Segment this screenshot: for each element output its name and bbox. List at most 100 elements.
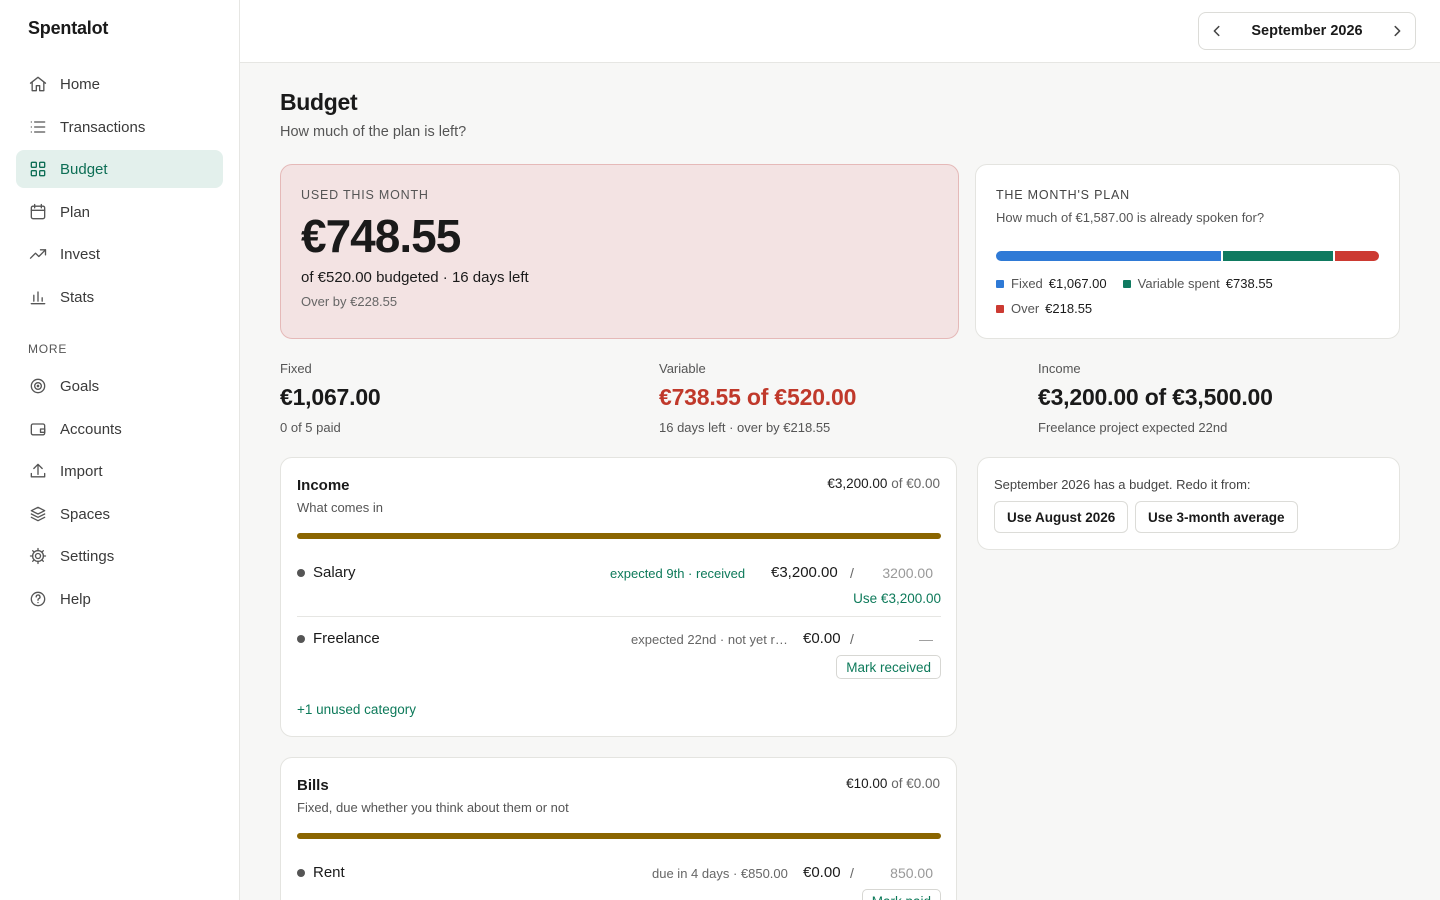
category-name: Rent: [313, 864, 345, 881]
topbar: September 2026: [240, 0, 1440, 63]
category-slash: /: [850, 865, 854, 881]
sidebar-item-label: Help: [60, 590, 91, 608]
category-amount: €3,200.00: [771, 564, 838, 581]
app-logo: Spentalot: [28, 18, 109, 38]
legend-over-value: €218.55: [1045, 301, 1093, 316]
stat-label: Variable: [659, 361, 706, 376]
over-swatch: [996, 304, 1004, 313]
stat-value: €1,067.00: [280, 384, 381, 410]
category-name: Freelance: [313, 630, 380, 647]
sidebar-item-label: Settings: [60, 547, 115, 565]
mark-paid-button[interactable]: Mark paid: [861, 889, 941, 900]
page-subtitle: How much of the plan is left?: [280, 124, 467, 140]
category-row-freelance[interactable]: Freelance expected 22nd · not yet receiv…: [297, 628, 941, 684]
legend-fixed-label: Fixed: [1011, 276, 1043, 291]
sidebar-item-goals[interactable]: Goals: [16, 367, 223, 405]
redo-text: September 2026 has a budget. Redo it fro…: [994, 477, 1251, 492]
sidebar-item-label: Spaces: [60, 505, 111, 523]
stat-fixed: Fixed €1,067.00 0 of 5 paid: [280, 361, 381, 435]
plan-question: How much of €1,587.00 is already spoken …: [996, 210, 1265, 225]
page-title: Budget: [280, 89, 358, 115]
group-total: €3,200.00 of €0.00: [827, 476, 940, 491]
unused-categories-link[interactable]: +1 unused category: [297, 702, 416, 717]
sidebar-item-plan[interactable]: Plan: [16, 193, 223, 231]
use-actual-link[interactable]: Use €3,200.00: [853, 591, 941, 606]
sidebar-item-spaces[interactable]: Spaces: [16, 495, 223, 533]
sidebar-item-invest[interactable]: Invest: [16, 235, 223, 273]
redo-budget-card: September 2026 has a budget. Redo it fro…: [977, 457, 1400, 550]
prev-month-button[interactable]: [1199, 13, 1235, 49]
chevron-right-icon: [1394, 25, 1401, 37]
group-progress-bar: [297, 833, 941, 839]
use-last-month-button[interactable]: Use August 2026: [994, 501, 1129, 533]
sidebar-item-import[interactable]: Import: [16, 452, 223, 490]
category-planned-input[interactable]: 850.00: [863, 865, 933, 881]
sidebar-item-stats[interactable]: Stats: [16, 278, 223, 316]
category-row-salary[interactable]: Salary expected 9th · received €3,200.00…: [297, 562, 941, 612]
used-amount: €748.55: [301, 210, 461, 262]
category-slash: /: [850, 631, 854, 647]
gear-icon: [28, 546, 48, 566]
category-planned-input[interactable]: 3200.00: [863, 565, 933, 581]
variable-swatch: [1122, 279, 1131, 288]
stat-label: Fixed: [280, 361, 312, 376]
sidebar-item-accounts[interactable]: Accounts: [16, 410, 223, 448]
calendar-icon: [28, 202, 48, 222]
legend-variable-value: €738.55: [1225, 276, 1273, 291]
plan-stacked-bar: [996, 251, 1379, 261]
group-progress-bar: [297, 533, 941, 539]
home-icon: [28, 74, 48, 94]
group-subtitle: What comes in: [297, 500, 383, 515]
category-row-rent[interactable]: Rent due in 4 days · €850.00 €0.00 / 850…: [297, 862, 941, 900]
group-total-amount: €10.00: [846, 776, 888, 791]
sidebar-item-label: Goals: [60, 377, 100, 395]
used-budget-text: of €520.00 budgeted · 16 days left: [301, 269, 529, 286]
sidebar-item-budget[interactable]: Budget: [16, 150, 223, 188]
mark-received-button[interactable]: Mark received: [836, 655, 941, 679]
next-month-button[interactable]: [1379, 13, 1415, 49]
sidebar-item-transactions[interactable]: Transactions: [16, 108, 223, 146]
category-note: expected 9th · received: [610, 566, 746, 581]
sidebar-item-help[interactable]: Help: [16, 580, 223, 618]
use-3-month-average-button[interactable]: Use 3-month average: [1135, 501, 1298, 533]
stat-value: €738.55 of €520.00: [659, 384, 857, 410]
used-over-text: Over by €228.55: [301, 294, 398, 309]
category-planned-input[interactable]: —: [863, 631, 933, 647]
sidebar-item-home[interactable]: Home: [16, 65, 223, 103]
stat-variable: Variable €738.55 of €520.00 16 days left…: [659, 361, 856, 435]
group-total-amount: €3,200.00: [827, 476, 888, 491]
group-title: Income: [297, 477, 350, 494]
sidebar-section-label: MORE: [28, 342, 68, 356]
sidebar: Spentalot Home Transactions Budget Plan …: [0, 0, 240, 900]
grid-icon: [28, 159, 48, 179]
plan-label: THE MONTH'S PLAN: [996, 188, 1130, 202]
category-amount: €0.00: [803, 630, 841, 647]
sidebar-item-label: Budget: [60, 160, 108, 178]
upload-icon: [28, 461, 48, 481]
group-total: €10.00 of €0.00: [846, 776, 940, 791]
category-slash: /: [850, 565, 854, 581]
trending-up-icon: [28, 244, 48, 264]
list-icon: [28, 117, 48, 137]
income-group-card: Income What comes in €3,200.00 of €0.00 …: [280, 457, 957, 737]
sidebar-item-label: Accounts: [60, 420, 122, 438]
stat-sub: Freelance project expected 22nd: [1038, 420, 1228, 435]
sidebar-item-label: Stats: [60, 288, 95, 306]
target-icon: [28, 376, 48, 396]
group-total-of: of €0.00: [891, 476, 940, 491]
category-note: due in 4 days · €850.00: [652, 866, 788, 881]
wallet-icon: [28, 419, 48, 439]
fixed-swatch: [996, 279, 1004, 288]
stat-label: Income: [1038, 361, 1081, 376]
bar-chart-icon: [28, 287, 48, 307]
sidebar-item-settings[interactable]: Settings: [16, 537, 223, 575]
chevron-left-icon: [1213, 25, 1220, 37]
used-label: USED THIS MONTH: [301, 188, 429, 202]
sidebar-item-label: Plan: [60, 203, 91, 221]
legend-over-label: Over: [1011, 301, 1040, 316]
category-amount: €0.00: [803, 864, 841, 881]
sidebar-item-label: Import: [60, 462, 103, 480]
group-total-of: of €0.00: [891, 776, 940, 791]
category-dot: [297, 635, 305, 643]
row-divider: [297, 616, 941, 617]
